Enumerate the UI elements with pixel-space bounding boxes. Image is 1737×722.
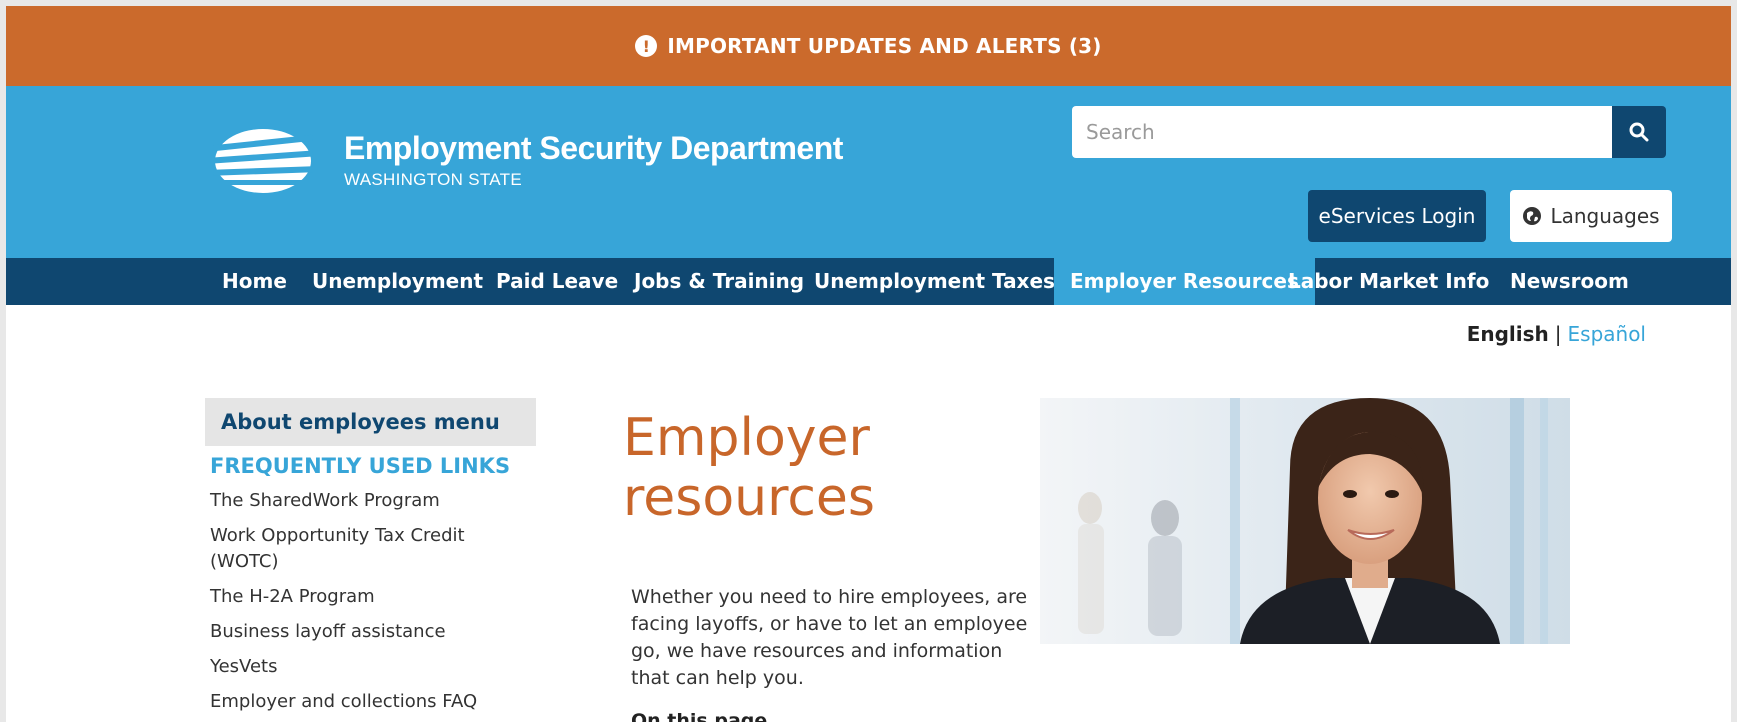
sidebar-link-wotc[interactable]: Work Opportunity Tax Credit (WOTC) <box>210 523 510 575</box>
search-button[interactable] <box>1612 106 1666 158</box>
nav-item-jobs-training[interactable]: Jobs & Training <box>634 258 804 305</box>
nav-item-labor-market-info[interactable]: Labor Market Info <box>1288 258 1489 305</box>
lang-espanol-link[interactable]: Español <box>1568 322 1646 346</box>
sidebar-link-h2a[interactable]: The H-2A Program <box>210 584 510 610</box>
hero-image <box>1040 398 1570 644</box>
lang-english: English <box>1466 322 1549 346</box>
globe-icon <box>1523 207 1542 225</box>
nav-item-unemployment-taxes[interactable]: Unemployment Taxes <box>814 258 1055 305</box>
search-input[interactable] <box>1072 106 1612 158</box>
esd-logo-icon[interactable] <box>213 128 313 194</box>
page-title: Employer resources <box>623 408 876 528</box>
site-title[interactable]: Employment Security Department <box>344 130 843 167</box>
nav-item-newsroom[interactable]: Newsroom <box>1510 258 1629 305</box>
search-icon <box>1629 122 1649 142</box>
lang-separator: | <box>1554 322 1562 346</box>
sidebar-links: The SharedWork Program Work Opportunity … <box>210 488 510 722</box>
sidebar-link-sharedwork[interactable]: The SharedWork Program <box>210 488 510 514</box>
eservices-login-button[interactable]: eServices Login <box>1308 190 1486 242</box>
nav-item-unemployment[interactable]: Unemployment <box>312 258 483 305</box>
nav-item-employer-resources[interactable]: Employer Resources <box>1054 258 1315 305</box>
language-switcher: English | Español <box>1467 322 1646 346</box>
sidebar-menu-title[interactable]: About employees menu <box>205 398 536 446</box>
sidebar-link-employer-faq[interactable]: Employer and collections FAQ <box>210 689 510 715</box>
sidebar-section-heading: FREQUENTLY USED LINKS <box>210 454 511 478</box>
nav-item-home[interactable]: Home <box>222 258 287 305</box>
on-this-page-heading: On this page <box>631 710 768 722</box>
languages-label: Languages <box>1550 204 1660 228</box>
page-frame: ! IMPORTANT UPDATES AND ALERTS (3) Emplo… <box>6 6 1731 722</box>
nav-item-paid-leave[interactable]: Paid Leave <box>496 258 618 305</box>
languages-button[interactable]: Languages <box>1510 190 1672 242</box>
exclamation-circle-icon: ! <box>635 35 658 57</box>
site-subtitle: WASHINGTON STATE <box>344 170 522 189</box>
site-header: Employment Security Department WASHINGTO… <box>6 86 1731 258</box>
alerts-banner-label: IMPORTANT UPDATES AND ALERTS (3) <box>667 34 1102 58</box>
main-nav: Home Unemployment Paid Leave Jobs & Trai… <box>6 258 1731 305</box>
intro-paragraph: Whether you need to hire employees, are … <box>631 586 1028 689</box>
sidebar-link-yesvets[interactable]: YesVets <box>210 654 510 680</box>
alerts-banner[interactable]: ! IMPORTANT UPDATES AND ALERTS (3) <box>6 6 1731 86</box>
sidebar-link-layoff-assistance[interactable]: Business layoff assistance <box>210 619 510 645</box>
eservices-login-label: eServices Login <box>1318 204 1476 228</box>
